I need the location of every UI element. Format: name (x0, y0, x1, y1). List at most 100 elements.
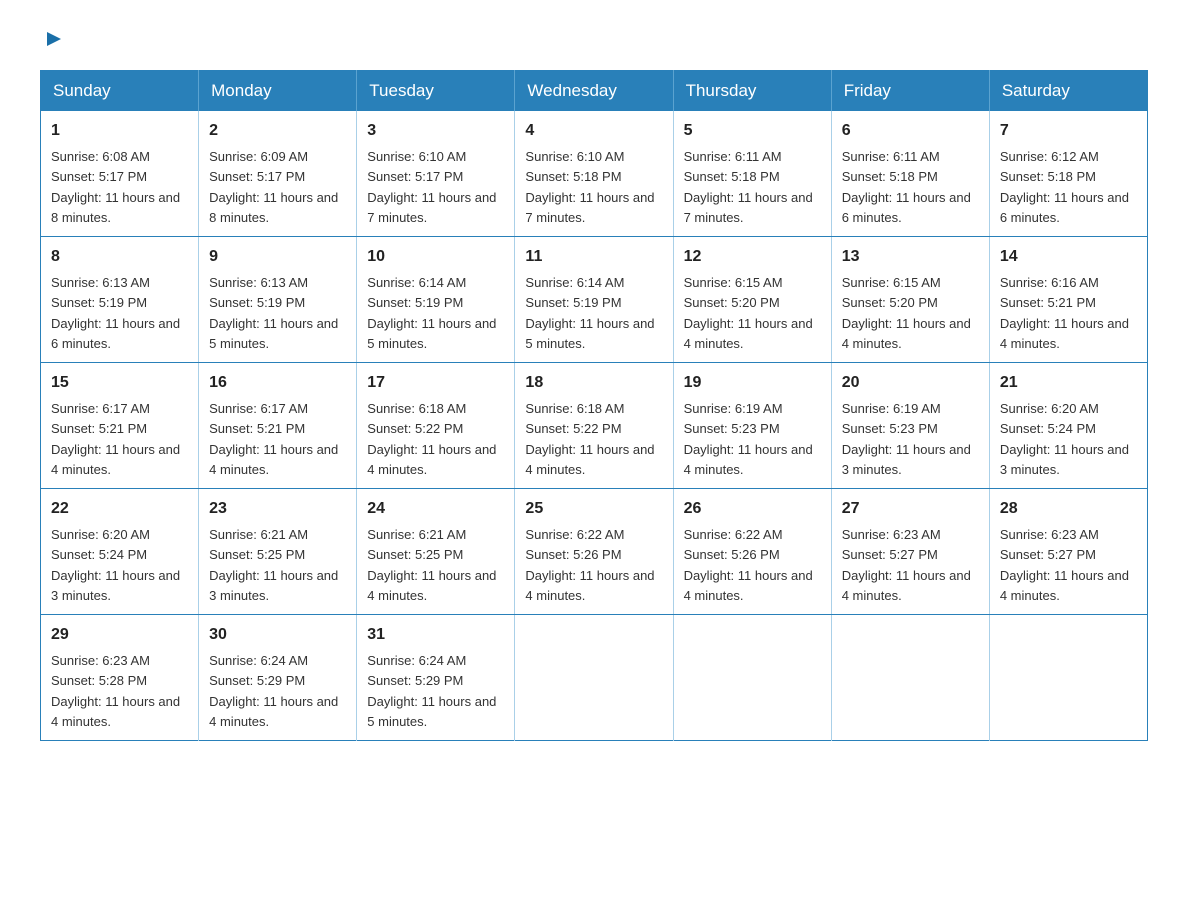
day-number: 15 (51, 371, 188, 395)
day-info: Sunrise: 6:20 AMSunset: 5:24 PMDaylight:… (51, 527, 180, 603)
calendar-cell (831, 615, 989, 741)
day-info: Sunrise: 6:18 AMSunset: 5:22 PMDaylight:… (525, 401, 654, 477)
header-day-thursday: Thursday (673, 71, 831, 112)
calendar-cell: 8 Sunrise: 6:13 AMSunset: 5:19 PMDayligh… (41, 237, 199, 363)
day-number: 21 (1000, 371, 1137, 395)
day-number: 2 (209, 119, 346, 143)
day-number: 9 (209, 245, 346, 269)
calendar-cell: 5 Sunrise: 6:11 AMSunset: 5:18 PMDayligh… (673, 111, 831, 237)
day-number: 28 (1000, 497, 1137, 521)
calendar-cell: 23 Sunrise: 6:21 AMSunset: 5:25 PMDaylig… (199, 489, 357, 615)
calendar-cell: 6 Sunrise: 6:11 AMSunset: 5:18 PMDayligh… (831, 111, 989, 237)
day-info: Sunrise: 6:13 AMSunset: 5:19 PMDaylight:… (209, 275, 338, 351)
calendar-cell (673, 615, 831, 741)
day-info: Sunrise: 6:15 AMSunset: 5:20 PMDaylight:… (684, 275, 813, 351)
day-number: 31 (367, 623, 504, 647)
calendar-cell: 24 Sunrise: 6:21 AMSunset: 5:25 PMDaylig… (357, 489, 515, 615)
day-info: Sunrise: 6:24 AMSunset: 5:29 PMDaylight:… (367, 653, 496, 729)
calendar-cell: 29 Sunrise: 6:23 AMSunset: 5:28 PMDaylig… (41, 615, 199, 741)
calendar-cell: 22 Sunrise: 6:20 AMSunset: 5:24 PMDaylig… (41, 489, 199, 615)
calendar-cell: 28 Sunrise: 6:23 AMSunset: 5:27 PMDaylig… (989, 489, 1147, 615)
day-info: Sunrise: 6:21 AMSunset: 5:25 PMDaylight:… (209, 527, 338, 603)
calendar-cell (989, 615, 1147, 741)
day-info: Sunrise: 6:17 AMSunset: 5:21 PMDaylight:… (51, 401, 180, 477)
calendar-cell: 16 Sunrise: 6:17 AMSunset: 5:21 PMDaylig… (199, 363, 357, 489)
day-number: 16 (209, 371, 346, 395)
calendar-week-5: 29 Sunrise: 6:23 AMSunset: 5:28 PMDaylig… (41, 615, 1148, 741)
calendar-cell: 14 Sunrise: 6:16 AMSunset: 5:21 PMDaylig… (989, 237, 1147, 363)
day-number: 13 (842, 245, 979, 269)
day-info: Sunrise: 6:23 AMSunset: 5:27 PMDaylight:… (1000, 527, 1129, 603)
header-day-tuesday: Tuesday (357, 71, 515, 112)
calendar-cell: 12 Sunrise: 6:15 AMSunset: 5:20 PMDaylig… (673, 237, 831, 363)
calendar-cell: 7 Sunrise: 6:12 AMSunset: 5:18 PMDayligh… (989, 111, 1147, 237)
calendar-cell: 9 Sunrise: 6:13 AMSunset: 5:19 PMDayligh… (199, 237, 357, 363)
logo-triangle-icon (43, 28, 65, 50)
day-number: 11 (525, 245, 662, 269)
calendar-cell: 11 Sunrise: 6:14 AMSunset: 5:19 PMDaylig… (515, 237, 673, 363)
day-number: 30 (209, 623, 346, 647)
day-number: 25 (525, 497, 662, 521)
day-info: Sunrise: 6:19 AMSunset: 5:23 PMDaylight:… (684, 401, 813, 477)
day-info: Sunrise: 6:14 AMSunset: 5:19 PMDaylight:… (367, 275, 496, 351)
header-row: SundayMondayTuesdayWednesdayThursdayFrid… (41, 71, 1148, 112)
day-info: Sunrise: 6:24 AMSunset: 5:29 PMDaylight:… (209, 653, 338, 729)
day-number: 20 (842, 371, 979, 395)
day-number: 5 (684, 119, 821, 143)
day-info: Sunrise: 6:13 AMSunset: 5:19 PMDaylight:… (51, 275, 180, 351)
calendar-cell: 4 Sunrise: 6:10 AMSunset: 5:18 PMDayligh… (515, 111, 673, 237)
calendar-cell: 21 Sunrise: 6:20 AMSunset: 5:24 PMDaylig… (989, 363, 1147, 489)
day-info: Sunrise: 6:21 AMSunset: 5:25 PMDaylight:… (367, 527, 496, 603)
day-number: 10 (367, 245, 504, 269)
calendar-cell: 3 Sunrise: 6:10 AMSunset: 5:17 PMDayligh… (357, 111, 515, 237)
header-day-friday: Friday (831, 71, 989, 112)
calendar-cell: 2 Sunrise: 6:09 AMSunset: 5:17 PMDayligh… (199, 111, 357, 237)
calendar-cell: 31 Sunrise: 6:24 AMSunset: 5:29 PMDaylig… (357, 615, 515, 741)
day-info: Sunrise: 6:11 AMSunset: 5:18 PMDaylight:… (842, 149, 971, 225)
calendar-cell: 20 Sunrise: 6:19 AMSunset: 5:23 PMDaylig… (831, 363, 989, 489)
calendar-cell (515, 615, 673, 741)
day-number: 8 (51, 245, 188, 269)
day-info: Sunrise: 6:10 AMSunset: 5:18 PMDaylight:… (525, 149, 654, 225)
day-number: 27 (842, 497, 979, 521)
day-info: Sunrise: 6:10 AMSunset: 5:17 PMDaylight:… (367, 149, 496, 225)
day-info: Sunrise: 6:22 AMSunset: 5:26 PMDaylight:… (525, 527, 654, 603)
calendar-cell: 27 Sunrise: 6:23 AMSunset: 5:27 PMDaylig… (831, 489, 989, 615)
day-info: Sunrise: 6:14 AMSunset: 5:19 PMDaylight:… (525, 275, 654, 351)
calendar-week-4: 22 Sunrise: 6:20 AMSunset: 5:24 PMDaylig… (41, 489, 1148, 615)
calendar-cell: 18 Sunrise: 6:18 AMSunset: 5:22 PMDaylig… (515, 363, 673, 489)
calendar-header: SundayMondayTuesdayWednesdayThursdayFrid… (41, 71, 1148, 112)
day-info: Sunrise: 6:18 AMSunset: 5:22 PMDaylight:… (367, 401, 496, 477)
day-info: Sunrise: 6:22 AMSunset: 5:26 PMDaylight:… (684, 527, 813, 603)
day-number: 18 (525, 371, 662, 395)
day-info: Sunrise: 6:23 AMSunset: 5:28 PMDaylight:… (51, 653, 180, 729)
header-day-saturday: Saturday (989, 71, 1147, 112)
day-number: 17 (367, 371, 504, 395)
header-day-sunday: Sunday (41, 71, 199, 112)
day-info: Sunrise: 6:15 AMSunset: 5:20 PMDaylight:… (842, 275, 971, 351)
day-number: 12 (684, 245, 821, 269)
calendar-cell: 15 Sunrise: 6:17 AMSunset: 5:21 PMDaylig… (41, 363, 199, 489)
day-info: Sunrise: 6:16 AMSunset: 5:21 PMDaylight:… (1000, 275, 1129, 351)
page-header (40, 30, 1148, 50)
header-day-monday: Monday (199, 71, 357, 112)
day-number: 29 (51, 623, 188, 647)
day-number: 14 (1000, 245, 1137, 269)
day-number: 24 (367, 497, 504, 521)
day-number: 7 (1000, 119, 1137, 143)
day-number: 1 (51, 119, 188, 143)
day-number: 22 (51, 497, 188, 521)
calendar-cell: 1 Sunrise: 6:08 AMSunset: 5:17 PMDayligh… (41, 111, 199, 237)
day-number: 19 (684, 371, 821, 395)
day-info: Sunrise: 6:17 AMSunset: 5:21 PMDaylight:… (209, 401, 338, 477)
calendar-cell: 13 Sunrise: 6:15 AMSunset: 5:20 PMDaylig… (831, 237, 989, 363)
header-day-wednesday: Wednesday (515, 71, 673, 112)
day-info: Sunrise: 6:23 AMSunset: 5:27 PMDaylight:… (842, 527, 971, 603)
day-info: Sunrise: 6:12 AMSunset: 5:18 PMDaylight:… (1000, 149, 1129, 225)
calendar-cell: 10 Sunrise: 6:14 AMSunset: 5:19 PMDaylig… (357, 237, 515, 363)
calendar-table: SundayMondayTuesdayWednesdayThursdayFrid… (40, 70, 1148, 741)
calendar-cell: 30 Sunrise: 6:24 AMSunset: 5:29 PMDaylig… (199, 615, 357, 741)
calendar-week-3: 15 Sunrise: 6:17 AMSunset: 5:21 PMDaylig… (41, 363, 1148, 489)
calendar-week-2: 8 Sunrise: 6:13 AMSunset: 5:19 PMDayligh… (41, 237, 1148, 363)
calendar-week-1: 1 Sunrise: 6:08 AMSunset: 5:17 PMDayligh… (41, 111, 1148, 237)
